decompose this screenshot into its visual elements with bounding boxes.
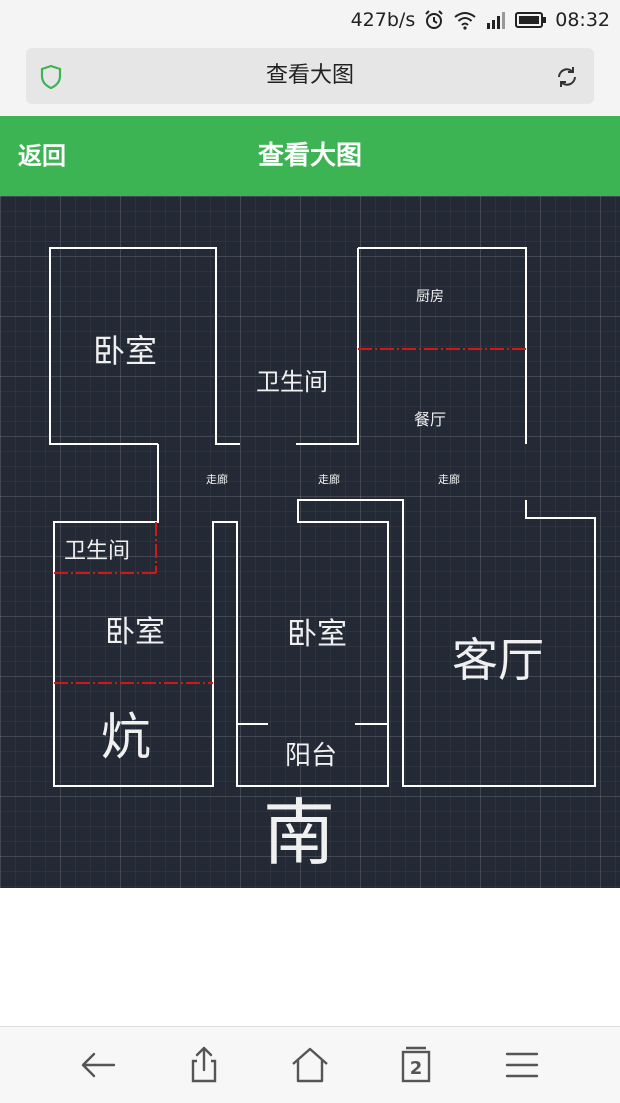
address-bar[interactable]: 查看大图 [26, 48, 594, 104]
status-bar: 427b/s 08:32 [0, 0, 620, 40]
network-speed: 427b/s [350, 9, 416, 31]
label-corridor-1: 走廊 [206, 472, 228, 486]
refresh-icon[interactable] [554, 64, 580, 94]
app-header: 返回 查看大图 [0, 116, 620, 196]
wall-top-bath [296, 248, 359, 445]
alarm-icon [423, 9, 445, 31]
home-icon[interactable] [286, 1041, 334, 1089]
label-living-room: 客厅 [452, 633, 544, 687]
bottom-toolbar: 2 [0, 1026, 620, 1103]
back-arrow-icon[interactable] [74, 1041, 122, 1089]
clock-time: 08:32 [555, 9, 610, 31]
menu-icon[interactable] [498, 1041, 546, 1089]
label-balcony: 阳台 [285, 741, 337, 771]
label-kang: 炕 [101, 708, 151, 766]
browser-address-area: 查看大图 [0, 40, 620, 116]
page-title: 查看大图 [257, 141, 362, 171]
label-corridor-3: 走廊 [438, 472, 460, 486]
address-title: 查看大图 [265, 63, 354, 88]
label-direction-south: 南 [263, 791, 335, 875]
status-indicators: 427b/s 08:32 [351, 0, 610, 40]
share-icon[interactable] [180, 1041, 228, 1089]
tab-count: 2 [410, 1058, 423, 1079]
blank-area [0, 888, 620, 1026]
label-kitchen: 厨房 [416, 289, 444, 305]
tabs-icon[interactable]: 2 [392, 1041, 440, 1089]
label-bedroom-left: 卧室 [105, 615, 165, 650]
room-labels: 卧室 卫生间 厨房 餐厅 走廊 走廊 走廊 卫生间 卧室 炕 卧室 阳台 客厅 … [64, 289, 544, 875]
wifi-icon [453, 10, 477, 30]
label-bathroom-top: 卫生间 [256, 368, 328, 396]
label-corridor-2: 走廊 [318, 472, 340, 486]
label-bathroom-left: 卫生间 [64, 539, 130, 564]
floor-plan-image[interactable]: 卧室 卫生间 厨房 餐厅 走廊 走廊 走廊 卫生间 卧室 炕 卧室 阳台 客厅 … [0, 196, 620, 888]
label-bedroom-top-left: 卧室 [93, 332, 157, 370]
label-bedroom-center: 卧室 [287, 617, 347, 652]
battery-icon [515, 11, 547, 29]
walls [49, 247, 596, 787]
floor-plan-drawing: 卧室 卫生间 厨房 餐厅 走廊 走廊 走廊 卫生间 卧室 炕 卧室 阳台 客厅 … [49, 247, 596, 875]
label-dining: 餐厅 [414, 410, 446, 429]
signal-icon [485, 10, 507, 30]
